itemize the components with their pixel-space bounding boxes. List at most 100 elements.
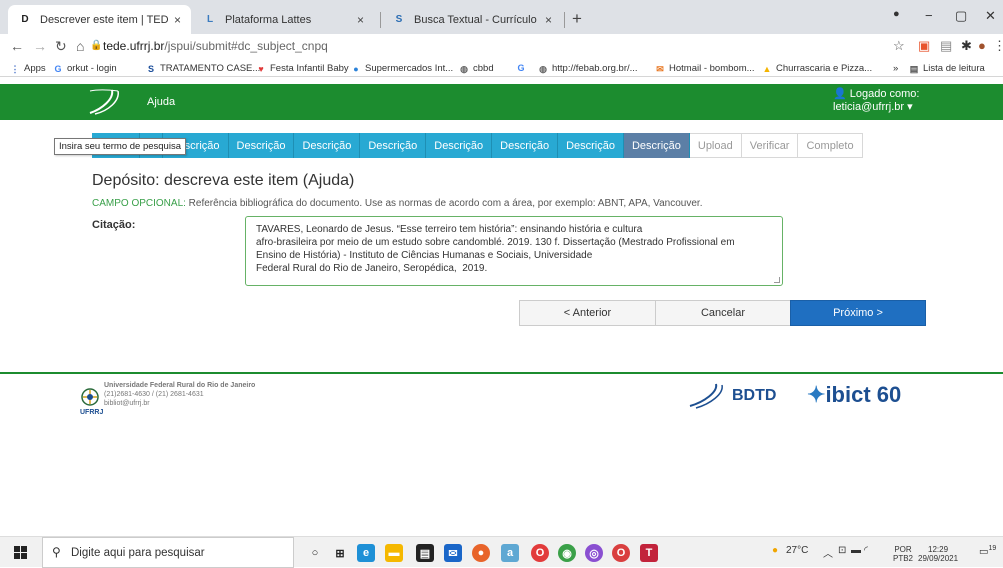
tede-logo-icon[interactable] <box>88 87 124 117</box>
extension-icon[interactable]: ▣ <box>918 38 930 54</box>
bookmark-label: Supermercados Int... <box>365 63 454 74</box>
step-label: Descrição <box>368 139 418 152</box>
tor-icon[interactable]: ◎ <box>585 544 603 562</box>
tab-title: Descrever este item | TEDE <box>40 13 168 26</box>
bookmark-churrascaria[interactable]: ▲ Churrascaria e Pizza... <box>762 63 873 74</box>
bookmarks-bar: ⋮ Apps Gorkut - login S TRATAMENTO CASE...… <box>0 60 1003 77</box>
bookmark-hotmail[interactable]: ✉ Hotmail - bombom... <box>655 63 754 74</box>
bookmarks-more[interactable]: » <box>893 63 898 74</box>
lock-icon[interactable]: 🔒 <box>90 40 102 51</box>
url-field[interactable]: tede.ufrrj.br/jspui/submit#dc_subject_cn… <box>103 39 328 53</box>
cancel-button[interactable]: Cancelar <box>655 300 791 326</box>
next-button[interactable]: Próximo > <box>790 300 926 326</box>
weather-icon[interactable]: ● <box>772 545 778 556</box>
chrome-icon[interactable]: ◉ <box>558 544 576 562</box>
bookmark-festa[interactable]: ♥ Festa Infantil Baby <box>256 63 348 74</box>
forward-arrow-icon[interactable]: → <box>33 38 47 54</box>
reader-icon[interactable]: ▤ <box>940 38 952 54</box>
cortana-icon[interactable]: ○ <box>306 544 324 562</box>
help-link[interactable]: Ajuda <box>147 96 175 108</box>
bookmark-cbbd[interactable]: ◍ cbbd <box>459 63 494 74</box>
pdf-app-icon[interactable]: T <box>640 544 658 562</box>
s-icon: S <box>147 63 154 74</box>
citation-textarea[interactable]: TAVARES, Leonardo de Jesus. “Esse terrei… <box>245 216 783 286</box>
step-descricao-current[interactable]: Descrição <box>623 133 690 158</box>
windows-start-icon[interactable] <box>14 546 27 559</box>
bookmark-supermercados[interactable]: ● Supermercados Int... <box>351 63 453 74</box>
bookmark-apps[interactable]: ⋮ Apps <box>10 63 46 74</box>
user-menu[interactable]: 👤 Logado como: leticia@ufrrj.br ▾ <box>833 88 919 114</box>
step-descricao-5[interactable]: Descrição <box>294 133 361 158</box>
weather-temp[interactable]: 27°C <box>786 545 808 556</box>
notifications-icon[interactable]: ▭19 <box>979 545 996 557</box>
bookmark-tratamento[interactable]: S TRATAMENTO CASE... <box>146 63 260 74</box>
step-descricao-7[interactable]: Descrição <box>426 133 493 158</box>
language-indicator[interactable]: POR PTB2 <box>893 545 913 563</box>
ibict-star-icon: ✦ <box>807 382 826 407</box>
step-label: Descrição <box>566 139 615 152</box>
network-icon[interactable]: ⊡ <box>838 545 846 556</box>
tab-busca-textual[interactable]: S Busca Textual - Currículo Lattes × <box>382 5 562 34</box>
back-arrow-icon[interactable]: ← <box>10 38 24 54</box>
close-window-button[interactable]: ✕ <box>985 8 996 24</box>
amazon-icon[interactable]: a <box>501 544 519 562</box>
bookmark-label: TRATAMENTO CASE... <box>160 63 261 74</box>
tab-descrever-item[interactable]: D Descrever este item | TEDE × <box>8 5 191 34</box>
globe-icon: ● <box>353 63 359 74</box>
opera-gx-icon[interactable]: O <box>612 544 630 562</box>
reading-list[interactable]: ▤ Lista de leitura <box>909 63 985 74</box>
task-view-icon[interactable]: ⊞ <box>331 544 349 562</box>
bookmark-star-icon[interactable]: ☆ <box>893 38 905 54</box>
new-tab-button[interactable]: + <box>572 9 582 29</box>
previous-button[interactable]: < Anterior <box>519 300 656 326</box>
step-descricao-4[interactable]: Descrição <box>228 133 295 158</box>
clock[interactable]: 12:29 29/09/2021 <box>918 545 958 563</box>
step-label: Verificar <box>749 139 790 152</box>
wifi-icon[interactable]: ◜ <box>864 545 868 556</box>
opera-icon[interactable]: O <box>531 544 549 562</box>
chrome-menu-icon[interactable]: ⋮ <box>993 38 1003 54</box>
reload-icon[interactable]: ↻ <box>55 38 67 55</box>
tray-chevron-icon[interactable]: ︿ <box>823 545 833 560</box>
ibict-logo[interactable]: ✦ibict 60 <box>807 382 901 408</box>
address-bar-row: ← → ↻ ⌂ 🔒 tede.ufrrj.br/jspui/submit#dc_… <box>0 34 1003 60</box>
bdtd-logo[interactable]: BDTD <box>732 387 776 405</box>
tab-separator <box>564 12 565 28</box>
edge-icon[interactable]: e <box>357 544 375 562</box>
notification-count: 19 <box>988 545 997 552</box>
search-icon: ⚲ <box>52 545 61 559</box>
lattes-favicon-icon: L <box>206 14 214 25</box>
tab-plataforma-lattes[interactable]: L Plataforma Lattes × <box>193 5 374 34</box>
clock-time: 12:29 <box>928 545 949 554</box>
drive-icon: ▲ <box>762 63 772 74</box>
step-descricao-9[interactable]: Descrição <box>558 133 624 158</box>
tab-close-icon[interactable]: × <box>174 13 181 27</box>
restore-button[interactable]: ▢ <box>955 8 967 24</box>
resize-handle-icon[interactable] <box>774 277 780 283</box>
tab-close-icon[interactable]: × <box>357 13 364 27</box>
bookmark-orkut[interactable]: Gorkut - login <box>53 63 116 74</box>
tab-close-icon[interactable]: × <box>545 13 552 27</box>
step-descricao-6[interactable]: Descrição <box>360 133 427 158</box>
step-label: Descrição <box>631 139 681 152</box>
university-name: Universidade Federal Rural do Rio de Jan… <box>104 382 256 389</box>
taskbar-search-input[interactable]: ⚲ Digite aqui para pesquisar <box>42 537 294 568</box>
firefox-icon[interactable]: ● <box>472 544 490 562</box>
step-descricao-8[interactable]: Descrição <box>492 133 559 158</box>
citation-label: Citação: <box>92 219 136 231</box>
avatar[interactable]: ● <box>978 38 986 53</box>
extensions-puzzle-icon[interactable]: ✱ <box>961 38 972 54</box>
footer-contact: Universidade Federal Rural do Rio de Jan… <box>104 381 255 408</box>
bookmark-google[interactable]: G <box>516 63 530 73</box>
bookmark-febab[interactable]: ◍ http://febab.org.br/... <box>538 63 638 74</box>
battery-icon[interactable]: ▬ <box>851 545 861 556</box>
clock-date: 29/09/2021 <box>918 554 959 563</box>
profile-menu-icon[interactable]: ● <box>893 8 900 20</box>
mail-app-icon[interactable]: ✉ <box>444 544 462 562</box>
chevron-more-icon: » <box>893 63 899 74</box>
store-icon[interactable]: ▤ <box>416 544 434 562</box>
file-explorer-icon[interactable]: ▬ <box>385 544 403 562</box>
site-header: Ajuda 👤 Logado como: leticia@ufrrj.br ▾ <box>0 84 1003 120</box>
minimize-button[interactable]: − <box>925 8 933 23</box>
home-icon[interactable]: ⌂ <box>76 38 84 54</box>
